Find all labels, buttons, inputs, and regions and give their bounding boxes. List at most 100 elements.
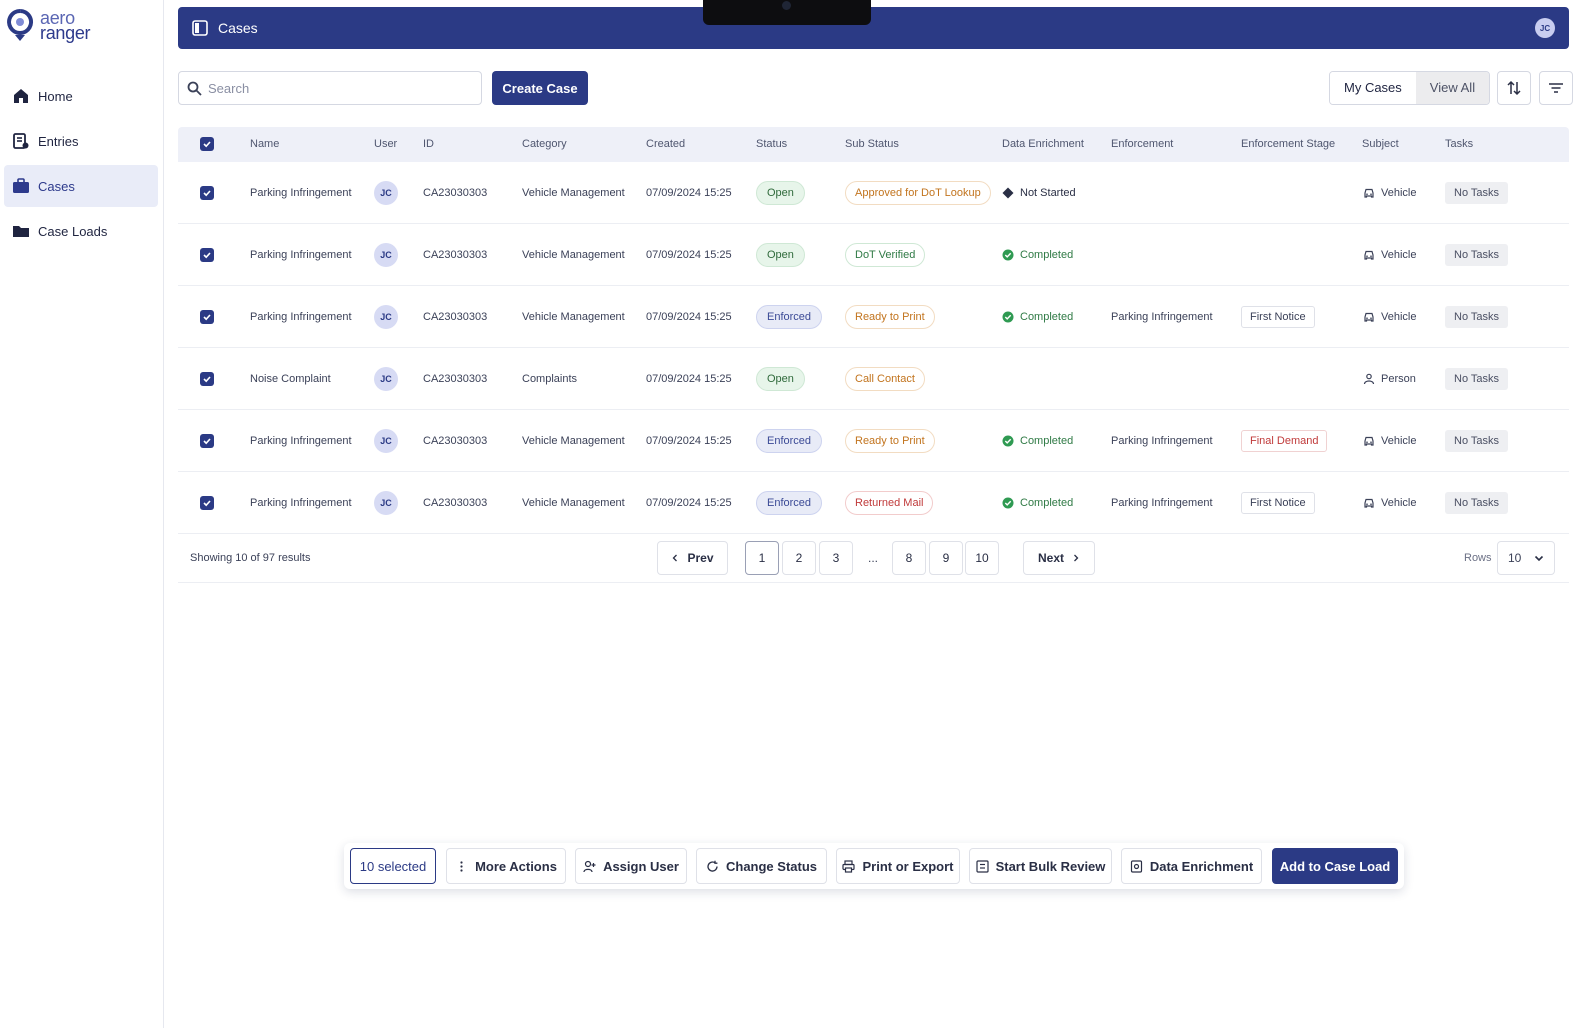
subject-cell: Person xyxy=(1363,348,1416,410)
briefcase-icon xyxy=(13,178,29,193)
subject-cell: Vehicle xyxy=(1363,410,1416,472)
user-avatar[interactable]: JC xyxy=(1535,18,1555,38)
check-circle-icon xyxy=(1002,249,1014,261)
chevron-left-icon xyxy=(673,554,678,562)
person-icon xyxy=(1363,373,1375,385)
case-name[interactable]: Parking Infringement xyxy=(250,224,352,286)
case-name[interactable]: Parking Infringement xyxy=(250,286,352,348)
check-icon xyxy=(203,376,211,383)
print-export-button[interactable]: Print or Export xyxy=(836,848,960,884)
page-title: Cases xyxy=(218,20,258,36)
subject-label: Vehicle xyxy=(1381,497,1417,509)
camera-icon xyxy=(782,1,791,10)
page-button-9[interactable]: 9 xyxy=(929,541,963,575)
data-enrichment-status: Completed xyxy=(1002,224,1073,286)
column-header-data-enrichment[interactable]: Data Enrichment xyxy=(1002,127,1084,162)
sidebar-toggle-icon[interactable] xyxy=(192,20,208,36)
more-vertical-icon xyxy=(460,860,463,872)
enforcement-stage-badge: Final Demand xyxy=(1241,430,1328,452)
check-circle-icon xyxy=(1002,497,1014,509)
my-cases-toggle[interactable]: My Cases xyxy=(1330,72,1416,104)
car-icon xyxy=(1364,436,1374,446)
selected-count-button[interactable]: 10 selected xyxy=(350,848,436,884)
column-header-status[interactable]: Status xyxy=(756,127,787,162)
start-bulk-review-button[interactable]: Start Bulk Review xyxy=(969,848,1112,884)
page-button-10[interactable]: 10 xyxy=(965,541,999,575)
sidebar: aero ranger Home Entries Cases Case Load… xyxy=(0,0,164,1028)
data-enrichment-label: Data Enrichment xyxy=(1149,858,1254,874)
row-checkbox[interactable] xyxy=(200,496,214,510)
data-enrichment-button[interactable]: Data Enrichment xyxy=(1121,848,1262,884)
car-icon xyxy=(1364,498,1374,508)
page-button-1[interactable]: 1 xyxy=(745,541,779,575)
table-row[interactable]: Noise Complaint JC CA23030303 Complaints 07/… xyxy=(178,348,1569,410)
column-header-created[interactable]: Created xyxy=(646,127,685,162)
table-row[interactable]: Parking Infringement JC CA23030303 Vehicle … xyxy=(178,162,1569,224)
search-box xyxy=(178,71,482,105)
data-enrichment-status: Completed xyxy=(1002,410,1073,472)
case-name[interactable]: Parking Infringement xyxy=(250,410,352,472)
tasks-badge: No Tasks xyxy=(1445,430,1509,452)
subject-label: Vehicle xyxy=(1381,249,1417,261)
user-avatar: JC xyxy=(374,491,398,515)
case-name[interactable]: Parking Infringement xyxy=(250,472,352,534)
case-id: CA23030303 xyxy=(423,373,488,385)
subject-label: Person xyxy=(1381,373,1416,385)
prev-page-button[interactable]: Prev xyxy=(657,541,728,575)
results-count: Showing 10 of 97 results xyxy=(190,552,311,564)
table-row[interactable]: Parking Infringement JC CA23030303 Vehicle … xyxy=(178,286,1569,348)
sub-status-badge: Returned Mail xyxy=(845,491,934,515)
cases-table: Name User ID Category Created Status Sub… xyxy=(178,127,1569,534)
case-category: Vehicle Management xyxy=(522,311,625,323)
case-name[interactable]: Parking Infringement xyxy=(250,162,352,224)
filter-button[interactable] xyxy=(1539,71,1573,105)
change-status-button[interactable]: Change Status xyxy=(696,848,827,884)
column-header-name[interactable]: Name xyxy=(250,127,279,162)
table-row[interactable]: Parking Infringement JC CA23030303 Vehicle … xyxy=(178,472,1569,534)
select-all-checkbox[interactable] xyxy=(200,137,214,151)
case-category: Vehicle Management xyxy=(522,497,625,509)
column-header-category[interactable]: Category xyxy=(522,127,567,162)
row-checkbox[interactable] xyxy=(200,434,214,448)
table-row[interactable]: Parking Infringement JC CA23030303 Vehicle … xyxy=(178,224,1569,286)
column-header-user[interactable]: User xyxy=(374,127,397,162)
more-actions-button[interactable]: More Actions xyxy=(446,848,566,884)
row-checkbox[interactable] xyxy=(200,186,214,200)
sidebar-item-case-loads[interactable]: Case Loads xyxy=(4,210,158,252)
brand-logo[interactable]: aero ranger xyxy=(6,8,91,44)
sidebar-item-label: Home xyxy=(38,88,73,104)
case-name[interactable]: Noise Complaint xyxy=(250,348,331,410)
page-button-2[interactable]: 2 xyxy=(782,541,816,575)
more-actions-label: More Actions xyxy=(475,858,557,874)
sidebar-item-home[interactable]: Home xyxy=(4,75,158,117)
sidebar-item-entries[interactable]: Entries xyxy=(4,120,158,162)
sidebar-item-label: Case Loads xyxy=(38,223,108,239)
assign-user-button[interactable]: Assign User xyxy=(575,848,687,884)
row-checkbox[interactable] xyxy=(200,310,214,324)
page-button-3[interactable]: 3 xyxy=(819,541,853,575)
column-header-id[interactable]: ID xyxy=(423,127,434,162)
column-header-subject[interactable]: Subject xyxy=(1362,127,1399,162)
chevron-down-icon xyxy=(1534,555,1544,562)
add-to-case-load-button[interactable]: Add to Case Load xyxy=(1272,848,1398,884)
search-input[interactable] xyxy=(208,80,468,96)
check-circle-icon xyxy=(1002,311,1014,323)
page-button-8[interactable]: 8 xyxy=(892,541,926,575)
sidebar-item-cases[interactable]: Cases xyxy=(4,165,158,207)
car-icon xyxy=(1364,312,1374,322)
sort-button[interactable] xyxy=(1497,71,1531,105)
column-header-enforcement[interactable]: Enforcement xyxy=(1111,127,1173,162)
column-header-sub-status[interactable]: Sub Status xyxy=(845,127,899,162)
next-page-button[interactable]: Next xyxy=(1023,541,1095,575)
change-status-label: Change Status xyxy=(725,858,817,874)
row-checkbox[interactable] xyxy=(200,372,214,386)
rows-per-page-select[interactable]: 10 xyxy=(1497,541,1555,575)
column-header-enforcement-stage[interactable]: Enforcement Stage xyxy=(1241,127,1335,162)
view-all-toggle[interactable]: View All xyxy=(1415,72,1490,104)
case-id: CA23030303 xyxy=(423,249,488,261)
row-checkbox[interactable] xyxy=(200,248,214,262)
column-header-tasks[interactable]: Tasks xyxy=(1445,127,1473,162)
table-row[interactable]: Parking Infringement JC CA23030303 Vehicle … xyxy=(178,410,1569,472)
create-case-button[interactable]: Create Case xyxy=(492,71,588,105)
sidebar-item-label: Cases xyxy=(38,178,75,194)
